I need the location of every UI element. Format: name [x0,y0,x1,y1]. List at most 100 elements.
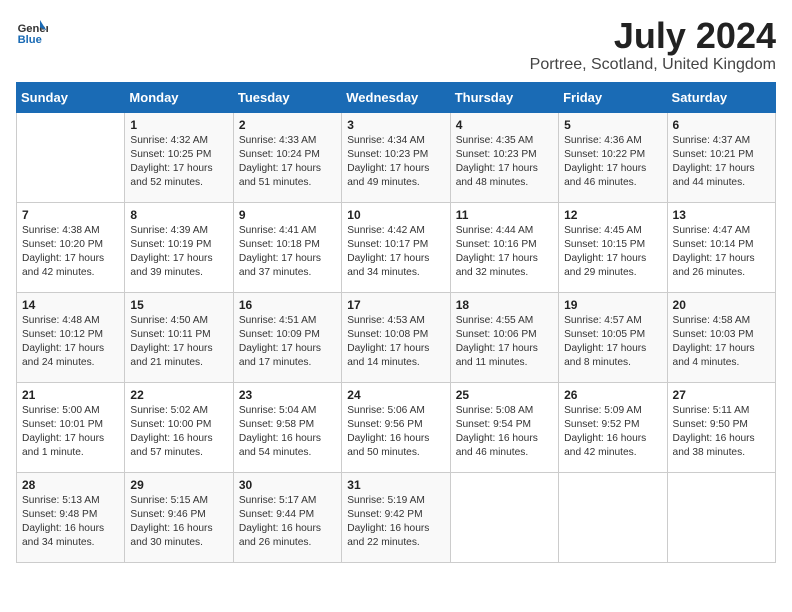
calendar-cell: 16 Sunrise: 4:51 AM Sunset: 10:09 PM Dayl… [233,292,341,382]
weekday-header-wednesday: Wednesday [342,82,450,112]
calendar-cell: 9 Sunrise: 4:41 AM Sunset: 10:18 PM Dayli… [233,202,341,292]
day-number: 5 [564,118,661,132]
calendar-cell [559,472,667,562]
title-area: July 2024 Portree, Scotland, United King… [530,16,776,74]
weekday-header-tuesday: Tuesday [233,82,341,112]
day-info: Sunrise: 5:19 AM Sunset: 9:42 PM Dayligh… [347,494,444,551]
day-number: 10 [347,208,444,222]
day-info: Sunrise: 4:39 AM Sunset: 10:19 PM Daylig… [130,224,227,281]
day-info: Sunrise: 4:55 AM Sunset: 10:06 PM Daylig… [456,314,553,371]
calendar-week-1: 1Sunrise: 4:32 AM Sunset: 10:25 PM Dayli… [17,112,776,202]
calendar-week-5: 28 Sunrise: 5:13 AM Sunset: 9:48 PM Dayli… [17,472,776,562]
day-number: 19 [564,298,661,312]
day-number: 14 [22,298,119,312]
calendar-cell: 2 Sunrise: 4:33 AM Sunset: 10:24 PM Dayli… [233,112,341,202]
calendar-cell: 15 Sunrise: 4:50 AM Sunset: 10:11 PM Dayl… [125,292,233,382]
calendar-cell: 23Sunrise: 5:04 AM Sunset: 9:58 PM Dayli… [233,382,341,472]
day-info: Sunrise: 4:38 AM Sunset: 10:20 PM Daylig… [22,224,119,281]
calendar-cell: 19 Sunrise: 4:57 AM Sunset: 10:05 PM Dayl… [559,292,667,382]
day-info: Sunrise: 4:41 AM Sunset: 10:18 PM Daylig… [239,224,336,281]
day-info: Sunrise: 4:53 AM Sunset: 10:08 PM Daylig… [347,314,444,371]
weekday-header-friday: Friday [559,82,667,112]
day-number: 3 [347,118,444,132]
day-number: 7 [22,208,119,222]
calendar-cell: 11 Sunrise: 4:44 AM Sunset: 10:16 PM Dayl… [450,202,558,292]
day-info: Sunrise: 5:00 AM Sunset: 10:01 PM Daylig… [22,404,119,461]
calendar-cell: 17Sunrise: 4:53 AM Sunset: 10:08 PM Dayl… [342,292,450,382]
calendar-week-4: 21 Sunrise: 5:00 AM Sunset: 10:01 PM Dayl… [17,382,776,472]
weekday-header-saturday: Saturday [667,82,775,112]
header: General Blue July 2024 Portree, Scotland… [16,16,776,74]
day-info: Sunrise: 4:34 AM Sunset: 10:23 PM Daylig… [347,134,444,191]
day-number: 29 [130,478,227,492]
day-info: Sunrise: 4:47 AM Sunset: 10:14 PM Daylig… [673,224,770,281]
day-info: Sunrise: 5:02 AM Sunset: 10:00 PM Daylig… [130,404,227,461]
day-info: Sunrise: 4:37 AM Sunset: 10:21 PM Daylig… [673,134,770,191]
day-info: Sunrise: 4:36 AM Sunset: 10:22 PM Daylig… [564,134,661,191]
calendar-cell: 10 Sunrise: 4:42 AM Sunset: 10:17 PM Dayl… [342,202,450,292]
day-info: Sunrise: 5:15 AM Sunset: 9:46 PM Dayligh… [130,494,227,551]
calendar-cell [667,472,775,562]
calendar-cell: 6 Sunrise: 4:37 AM Sunset: 10:21 PM Dayli… [667,112,775,202]
svg-text:General: General [18,23,48,35]
day-number: 22 [130,388,227,402]
day-number: 30 [239,478,336,492]
day-number: 9 [239,208,336,222]
day-number: 2 [239,118,336,132]
calendar-cell: 8 Sunrise: 4:39 AM Sunset: 10:19 PM Dayli… [125,202,233,292]
day-number: 21 [22,388,119,402]
day-info: Sunrise: 4:48 AM Sunset: 10:12 PM Daylig… [22,314,119,371]
calendar-cell: 5 Sunrise: 4:36 AM Sunset: 10:22 PM Dayli… [559,112,667,202]
day-info: Sunrise: 5:11 AM Sunset: 9:50 PM Dayligh… [673,404,770,461]
day-info: Sunrise: 5:13 AM Sunset: 9:48 PM Dayligh… [22,494,119,551]
svg-text:Blue: Blue [18,34,42,46]
day-info: Sunrise: 5:09 AM Sunset: 9:52 PM Dayligh… [564,404,661,461]
calendar-cell: 28 Sunrise: 5:13 AM Sunset: 9:48 PM Dayli… [17,472,125,562]
calendar: SundayMondayTuesdayWednesdayThursdayFrid… [16,82,776,563]
calendar-cell [450,472,558,562]
calendar-cell: 27 Sunrise: 5:11 AM Sunset: 9:50 PM Dayli… [667,382,775,472]
calendar-cell: 26Sunrise: 5:09 AM Sunset: 9:52 PM Dayli… [559,382,667,472]
day-number: 31 [347,478,444,492]
calendar-cell: 31 Sunrise: 5:19 AM Sunset: 9:42 PM Dayli… [342,472,450,562]
day-info: Sunrise: 5:17 AM Sunset: 9:44 PM Dayligh… [239,494,336,551]
logo: General Blue [16,16,48,48]
day-info: Sunrise: 4:50 AM Sunset: 10:11 PM Daylig… [130,314,227,371]
day-number: 6 [673,118,770,132]
month-title: July 2024 [530,16,776,56]
day-info: Sunrise: 4:45 AM Sunset: 10:15 PM Daylig… [564,224,661,281]
day-info: Sunrise: 4:57 AM Sunset: 10:05 PM Daylig… [564,314,661,371]
day-number: 8 [130,208,227,222]
day-number: 12 [564,208,661,222]
calendar-cell: 25 Sunrise: 5:08 AM Sunset: 9:54 PM Dayli… [450,382,558,472]
day-info: Sunrise: 4:58 AM Sunset: 10:03 PM Daylig… [673,314,770,371]
day-number: 28 [22,478,119,492]
day-number: 1 [130,118,227,132]
weekday-header-sunday: Sunday [17,82,125,112]
calendar-cell: 20 Sunrise: 4:58 AM Sunset: 10:03 PM Dayl… [667,292,775,382]
calendar-cell: 29 Sunrise: 5:15 AM Sunset: 9:46 PM Dayli… [125,472,233,562]
calendar-cell: 13Sunrise: 4:47 AM Sunset: 10:14 PM Dayl… [667,202,775,292]
calendar-cell: 1Sunrise: 4:32 AM Sunset: 10:25 PM Dayli… [125,112,233,202]
day-info: Sunrise: 4:35 AM Sunset: 10:23 PM Daylig… [456,134,553,191]
logo-icon: General Blue [16,16,48,48]
day-info: Sunrise: 4:44 AM Sunset: 10:16 PM Daylig… [456,224,553,281]
day-number: 27 [673,388,770,402]
calendar-cell: 18 Sunrise: 4:55 AM Sunset: 10:06 PM Dayl… [450,292,558,382]
day-number: 24 [347,388,444,402]
day-number: 11 [456,208,553,222]
weekday-header-monday: Monday [125,82,233,112]
day-info: Sunrise: 5:06 AM Sunset: 9:56 PM Dayligh… [347,404,444,461]
day-number: 25 [456,388,553,402]
day-number: 4 [456,118,553,132]
day-info: Sunrise: 4:33 AM Sunset: 10:24 PM Daylig… [239,134,336,191]
day-info: Sunrise: 4:51 AM Sunset: 10:09 PM Daylig… [239,314,336,371]
day-info: Sunrise: 5:08 AM Sunset: 9:54 PM Dayligh… [456,404,553,461]
day-number: 16 [239,298,336,312]
day-number: 20 [673,298,770,312]
calendar-week-2: 7 Sunrise: 4:38 AM Sunset: 10:20 PM Dayli… [17,202,776,292]
day-number: 15 [130,298,227,312]
location-title: Portree, Scotland, United Kingdom [530,56,776,74]
day-info: Sunrise: 4:42 AM Sunset: 10:17 PM Daylig… [347,224,444,281]
day-number: 18 [456,298,553,312]
